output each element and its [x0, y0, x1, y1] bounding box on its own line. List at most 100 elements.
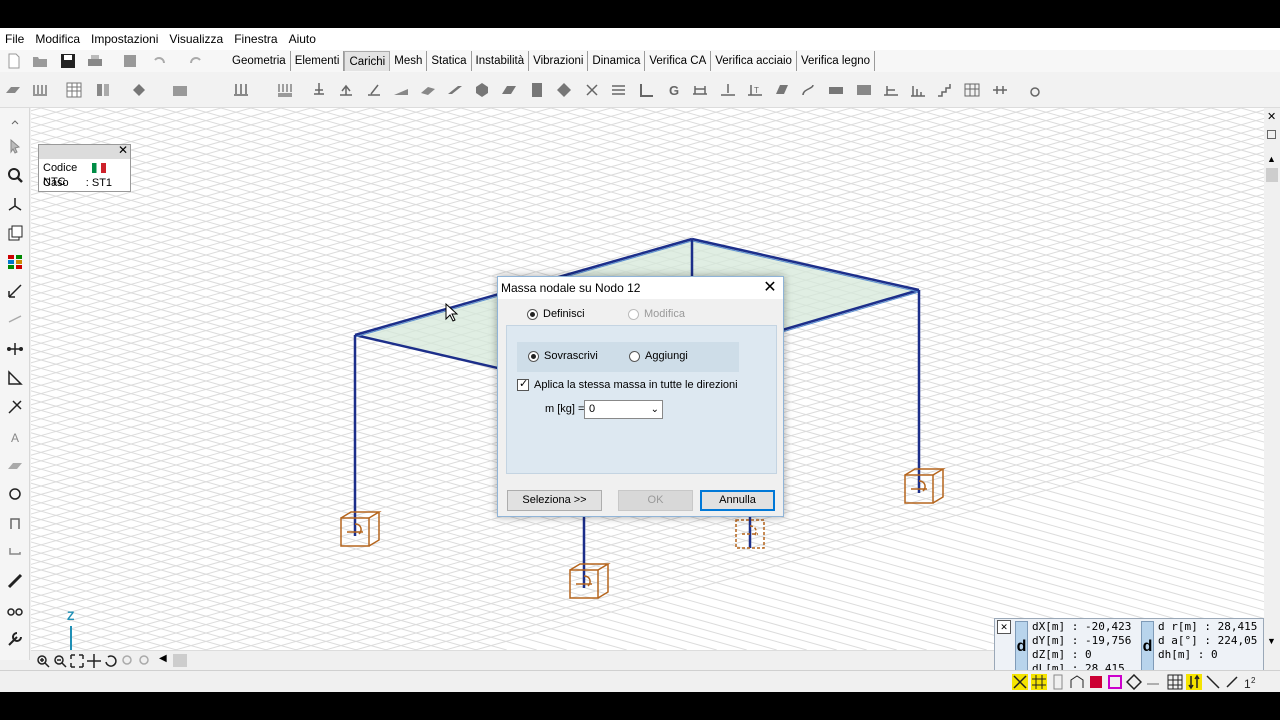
triangle-icon[interactable] [7, 370, 23, 386]
undo-icon[interactable] [151, 53, 167, 69]
rotate-icon[interactable] [7, 486, 23, 502]
force-icon[interactable] [311, 82, 327, 98]
redo-icon[interactable] [188, 53, 204, 69]
truck-icon[interactable] [828, 82, 844, 98]
block-icon[interactable] [529, 82, 545, 98]
rotate-load-icon[interactable] [800, 82, 816, 98]
plate-icon[interactable] [501, 82, 517, 98]
slab-load-icon[interactable] [420, 82, 436, 98]
menu-visualizza[interactable]: Visualizza [164, 28, 229, 50]
stairs-icon[interactable] [937, 82, 953, 98]
surface-load-icon[interactable] [393, 82, 409, 98]
restore-view-icon[interactable] [1267, 130, 1276, 139]
tab-elementi[interactable]: Elementi [290, 51, 345, 71]
orbit-icon[interactable] [103, 653, 119, 669]
grid-frame-icon[interactable] [964, 82, 980, 98]
color-palette-icon[interactable] [7, 254, 23, 270]
bracket-icon[interactable] [7, 544, 23, 560]
snap-grid-icon[interactable] [1031, 674, 1047, 690]
link-status-icon[interactable] [1145, 674, 1161, 690]
same-mass-checkbox[interactable]: Aplica la stessa massa in tutte le direz… [517, 377, 738, 391]
columns-icon[interactable] [95, 82, 111, 98]
surface-tool-icon[interactable] [7, 457, 23, 473]
shape-status-icon[interactable] [1107, 674, 1123, 690]
scroll-up-icon[interactable]: ▲ [1267, 154, 1276, 164]
moment-icon[interactable] [338, 82, 354, 98]
point-load-icon[interactable] [720, 82, 736, 98]
close-view-icon[interactable]: ✕ [1267, 110, 1276, 123]
paint-bucket-icon[interactable] [131, 82, 147, 98]
tab-geometria[interactable]: Geometria [228, 51, 291, 71]
seleziona-button[interactable]: Seleziona >> [507, 490, 602, 511]
mass-icon[interactable] [1027, 82, 1043, 98]
diamond-icon[interactable] [556, 82, 572, 98]
scroll-left-icon[interactable]: ◀ [159, 653, 167, 664]
span-load-icon[interactable] [692, 82, 708, 98]
cross-arrows-icon[interactable] [584, 82, 600, 98]
frame-status-icon[interactable] [1069, 674, 1085, 690]
nodes-icon[interactable] [7, 341, 23, 357]
crane-icon[interactable] [992, 82, 1008, 98]
frame-tool-icon[interactable] [7, 515, 23, 531]
hscroll-thumb[interactable] [173, 654, 187, 667]
thermal-icon[interactable] [639, 82, 655, 98]
annulla-button[interactable]: Annulla [700, 490, 775, 511]
menu-finestra[interactable]: Finestra [229, 28, 283, 50]
mass-input[interactable]: 0 ⌄ [584, 400, 663, 419]
tab-statica[interactable]: Statica [427, 51, 472, 71]
histogram-icon[interactable] [910, 82, 926, 98]
pointer-icon[interactable] [7, 138, 23, 154]
vertical-scrollbar[interactable]: ✕ ▲ ▼ [1264, 108, 1280, 650]
radio-aggiungi[interactable]: Aggiungi [629, 350, 688, 362]
table-status-icon[interactable] [1167, 674, 1183, 690]
tab-vibrazioni[interactable]: Vibrazioni [529, 51, 589, 71]
copy-icon[interactable] [7, 225, 23, 241]
text-load-icon[interactable]: T [747, 82, 763, 98]
color-status-icon[interactable] [1088, 674, 1104, 690]
arrow-status-icon[interactable] [1224, 674, 1240, 690]
ok-button[interactable]: OK [618, 490, 693, 511]
radio-sovrascrivi[interactable]: Sovrascrivi [528, 350, 598, 362]
zoom-in-icon[interactable] [35, 653, 51, 669]
superscript-status-icon[interactable]: 12 [1243, 674, 1259, 690]
zoom-out-icon[interactable] [52, 653, 68, 669]
save-icon[interactable] [60, 53, 76, 69]
tab-mesh[interactable]: Mesh [390, 51, 428, 71]
hexagon-icon[interactable] [474, 82, 490, 98]
wall-load-icon[interactable] [447, 82, 463, 98]
node-load-icon[interactable] [233, 82, 249, 98]
menu-modifica[interactable]: Modifica [30, 28, 86, 50]
scroll-thumb[interactable] [1266, 168, 1278, 182]
menu-file[interactable]: File [0, 28, 30, 50]
collapse-up-icon[interactable] [7, 114, 23, 130]
scroll-down-icon[interactable]: ▼ [1267, 636, 1276, 646]
new-file-icon[interactable] [6, 53, 22, 69]
table-icon[interactable] [66, 82, 82, 98]
tab-dinamica[interactable]: Dinamica [588, 51, 646, 71]
wind-icon[interactable] [611, 82, 627, 98]
measure-icon[interactable] [7, 283, 23, 299]
close-icon[interactable]: ✕ [761, 279, 779, 297]
updown-status-icon[interactable] [1186, 674, 1202, 690]
zoom-extents-icon[interactable] [69, 653, 85, 669]
zoom-next-icon[interactable] [137, 653, 153, 669]
menu-aiuto[interactable]: Aiuto [284, 28, 322, 50]
print-icon[interactable] [87, 53, 103, 69]
support-reaction-icon[interactable] [883, 82, 899, 98]
open-folder-icon[interactable] [32, 53, 48, 69]
wrench-icon[interactable] [7, 631, 23, 647]
inclined-load-icon[interactable] [366, 82, 382, 98]
zoom-icon[interactable] [7, 167, 23, 183]
line-icon[interactable] [7, 312, 23, 328]
zoom-previous-icon[interactable] [120, 653, 136, 669]
plane-icon[interactable] [5, 82, 21, 98]
ruler-icon[interactable] [7, 573, 23, 589]
pin-status-icon[interactable] [1126, 674, 1142, 690]
text-tool-icon[interactable]: A [7, 428, 23, 444]
glasses-icon[interactable] [7, 602, 23, 618]
filter-status-icon[interactable] [1205, 674, 1221, 690]
close-icon[interactable]: ✕ [997, 620, 1011, 634]
menu-impostazioni[interactable]: Impostazioni [86, 28, 164, 50]
axes-tool-icon[interactable] [7, 196, 23, 212]
beam-load-icon[interactable] [277, 82, 293, 98]
